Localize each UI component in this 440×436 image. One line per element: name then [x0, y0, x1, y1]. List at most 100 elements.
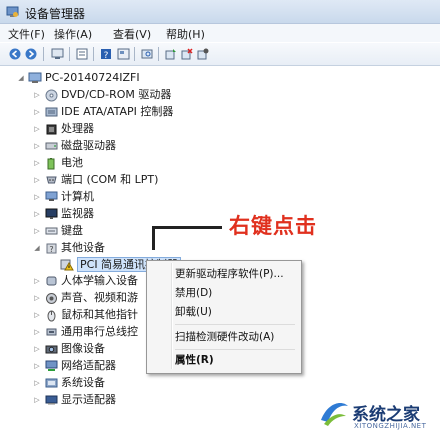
- menu-item-update-driver[interactable]: 更新驱动程序软件(P)...: [175, 265, 284, 283]
- tree-item-battery[interactable]: ▷ 电池: [33, 155, 83, 171]
- forward-icon[interactable]: [24, 47, 38, 61]
- computer-icon: [28, 71, 42, 85]
- usb-icon: [44, 325, 58, 339]
- root-label: PC-20140724IZFI: [45, 71, 140, 84]
- annotation-label: 右键点击: [229, 214, 317, 238]
- collapse-arrow-icon[interactable]: ◢: [33, 240, 41, 256]
- menu-gutter: [171, 263, 173, 369]
- expand-arrow-icon[interactable]: ▷: [33, 138, 41, 154]
- expand-arrow-icon[interactable]: ▷: [33, 172, 41, 188]
- tree-item-imaging[interactable]: ▷ 图像设备: [33, 341, 105, 357]
- expand-arrow-icon[interactable]: ▷: [33, 273, 41, 289]
- hid-icon: [44, 274, 58, 288]
- toolbar: ?: [0, 43, 440, 66]
- toolbar-separator: [93, 47, 94, 61]
- tree-item-other-devices[interactable]: ◢ ? 其他设备: [33, 240, 105, 256]
- back-icon[interactable]: [8, 47, 22, 61]
- menu-item-properties[interactable]: 属性(R): [175, 351, 214, 369]
- expand-arrow-icon[interactable]: ▷: [33, 324, 41, 340]
- expand-arrow-icon[interactable]: ▷: [33, 223, 41, 239]
- ide-icon: [44, 105, 58, 119]
- sound-icon: [44, 291, 58, 305]
- tree-item-network[interactable]: ▷ 网络适配器: [33, 358, 116, 374]
- toolbar-separator: [134, 47, 135, 61]
- tree-item-label: 其他设备: [61, 241, 105, 254]
- tree-item-sound[interactable]: ▷ 声音、视频和游: [33, 290, 138, 306]
- expand-arrow-icon[interactable]: ▷: [33, 375, 41, 391]
- tree-item-label: DVD/CD-ROM 驱动器: [61, 88, 172, 101]
- device-manager-icon: [6, 5, 19, 18]
- expand-arrow-icon[interactable]: ▷: [33, 87, 41, 103]
- tree-item-disk[interactable]: ▷ 磁盘驱动器: [33, 138, 116, 154]
- mouse-icon: [44, 308, 58, 322]
- update-driver-icon[interactable]: [164, 47, 178, 61]
- menu-help[interactable]: 帮助(H): [164, 26, 207, 42]
- menu-file[interactable]: 文件(F): [6, 26, 47, 42]
- menu-separator: [175, 349, 295, 350]
- device-tree: ◢ PC-20140724IZFI ▷ DVD/CD-ROM 驱动器 ▷ IDE…: [0, 67, 440, 436]
- tree-item-monitor[interactable]: ▷ 监视器: [33, 206, 94, 222]
- tree-item-mouse[interactable]: ▷ 鼠标和其他指针: [33, 307, 138, 323]
- tree-item-ide[interactable]: ▷ IDE ATA/ATAPI 控制器: [33, 104, 173, 120]
- tree-item-label: 显示适配器: [61, 393, 116, 406]
- menu-item-disable[interactable]: 禁用(D): [175, 284, 212, 302]
- help-icon[interactable]: ?: [99, 47, 113, 61]
- computer-view-icon[interactable]: [50, 47, 64, 61]
- tree-item-computer[interactable]: ▷ 计算机: [33, 189, 94, 205]
- menu-action[interactable]: 操作(A): [52, 26, 94, 42]
- battery-icon: [44, 156, 58, 170]
- tree-item-processor[interactable]: ▷ 处理器: [33, 121, 94, 137]
- expand-arrow-icon[interactable]: ▷: [33, 341, 41, 357]
- toolbar-separator: [158, 47, 159, 61]
- other-devices-icon: ?: [44, 241, 58, 255]
- properties-icon[interactable]: [75, 47, 89, 61]
- menu-view[interactable]: 查看(V): [111, 26, 153, 42]
- tree-item-system[interactable]: ▷ 系统设备: [33, 375, 105, 391]
- toolbar-separator: [69, 47, 70, 61]
- tree-item-label: 系统设备: [61, 376, 105, 389]
- network-icon: [44, 359, 58, 373]
- tree-item-dvd[interactable]: ▷ DVD/CD-ROM 驱动器: [33, 87, 171, 103]
- disk-icon: [44, 139, 58, 153]
- uninstall-icon[interactable]: [180, 47, 194, 61]
- port-icon: [44, 173, 58, 187]
- tree-item-label: 端口 (COM 和 LPT): [61, 173, 159, 186]
- tree-item-keyboard[interactable]: ▷ 键盘: [33, 223, 83, 239]
- system-icon: [44, 376, 58, 390]
- window-title: 设备管理器: [25, 7, 86, 21]
- tree-item-label: 磁盘驱动器: [61, 139, 116, 152]
- expand-arrow-icon[interactable]: ▷: [33, 155, 41, 171]
- display-icon: [44, 393, 58, 407]
- scan-icon[interactable]: [140, 47, 154, 61]
- tree-item-display[interactable]: ▷ 显示适配器: [33, 392, 116, 408]
- warning-device-icon: [60, 257, 74, 271]
- watermark-subtext: XITONGZHIJIA.NET: [354, 422, 427, 430]
- disable-icon[interactable]: [196, 47, 210, 61]
- device-view-icon[interactable]: [116, 47, 130, 61]
- expand-arrow-icon[interactable]: ▷: [33, 358, 41, 374]
- expand-arrow-icon[interactable]: ▷: [33, 290, 41, 306]
- expand-arrow-icon[interactable]: ▷: [33, 307, 41, 323]
- tree-item-usb[interactable]: ▷ 通用串行总线控: [33, 324, 138, 340]
- collapse-arrow-icon[interactable]: ◢: [17, 70, 25, 86]
- svg-text:?: ?: [49, 245, 53, 254]
- menu-item-uninstall[interactable]: 卸载(U): [175, 303, 212, 321]
- svg-text:?: ?: [104, 51, 109, 60]
- tree-item-label: 处理器: [61, 122, 94, 135]
- tree-root[interactable]: ◢ PC-20140724IZFI: [17, 70, 140, 86]
- tree-item-hid[interactable]: ▷ 人体学输入设备: [33, 273, 138, 289]
- device-manager-window: 设备管理器 文件(F) 操作(A) 查看(V) 帮助(H) ? ◢ PC-201…: [0, 0, 440, 436]
- expand-arrow-icon[interactable]: ▷: [33, 206, 41, 222]
- tree-item-label: 人体学输入设备: [61, 274, 138, 287]
- expand-arrow-icon[interactable]: ▷: [33, 189, 41, 205]
- watermark: 系统之家 XITONGZHIJIA.NET: [318, 394, 438, 434]
- menu-separator: [175, 324, 295, 325]
- toolbar-separator: [43, 47, 44, 61]
- annotation-pointer-line: [152, 226, 155, 250]
- expand-arrow-icon[interactable]: ▷: [33, 392, 41, 408]
- expand-arrow-icon[interactable]: ▷: [33, 121, 41, 137]
- expand-arrow-icon[interactable]: ▷: [33, 104, 41, 120]
- tree-item-port[interactable]: ▷ 端口 (COM 和 LPT): [33, 172, 158, 188]
- menu-item-scan-hardware[interactable]: 扫描检测硬件改动(A): [175, 328, 274, 346]
- tree-item-label: 网络适配器: [61, 359, 116, 372]
